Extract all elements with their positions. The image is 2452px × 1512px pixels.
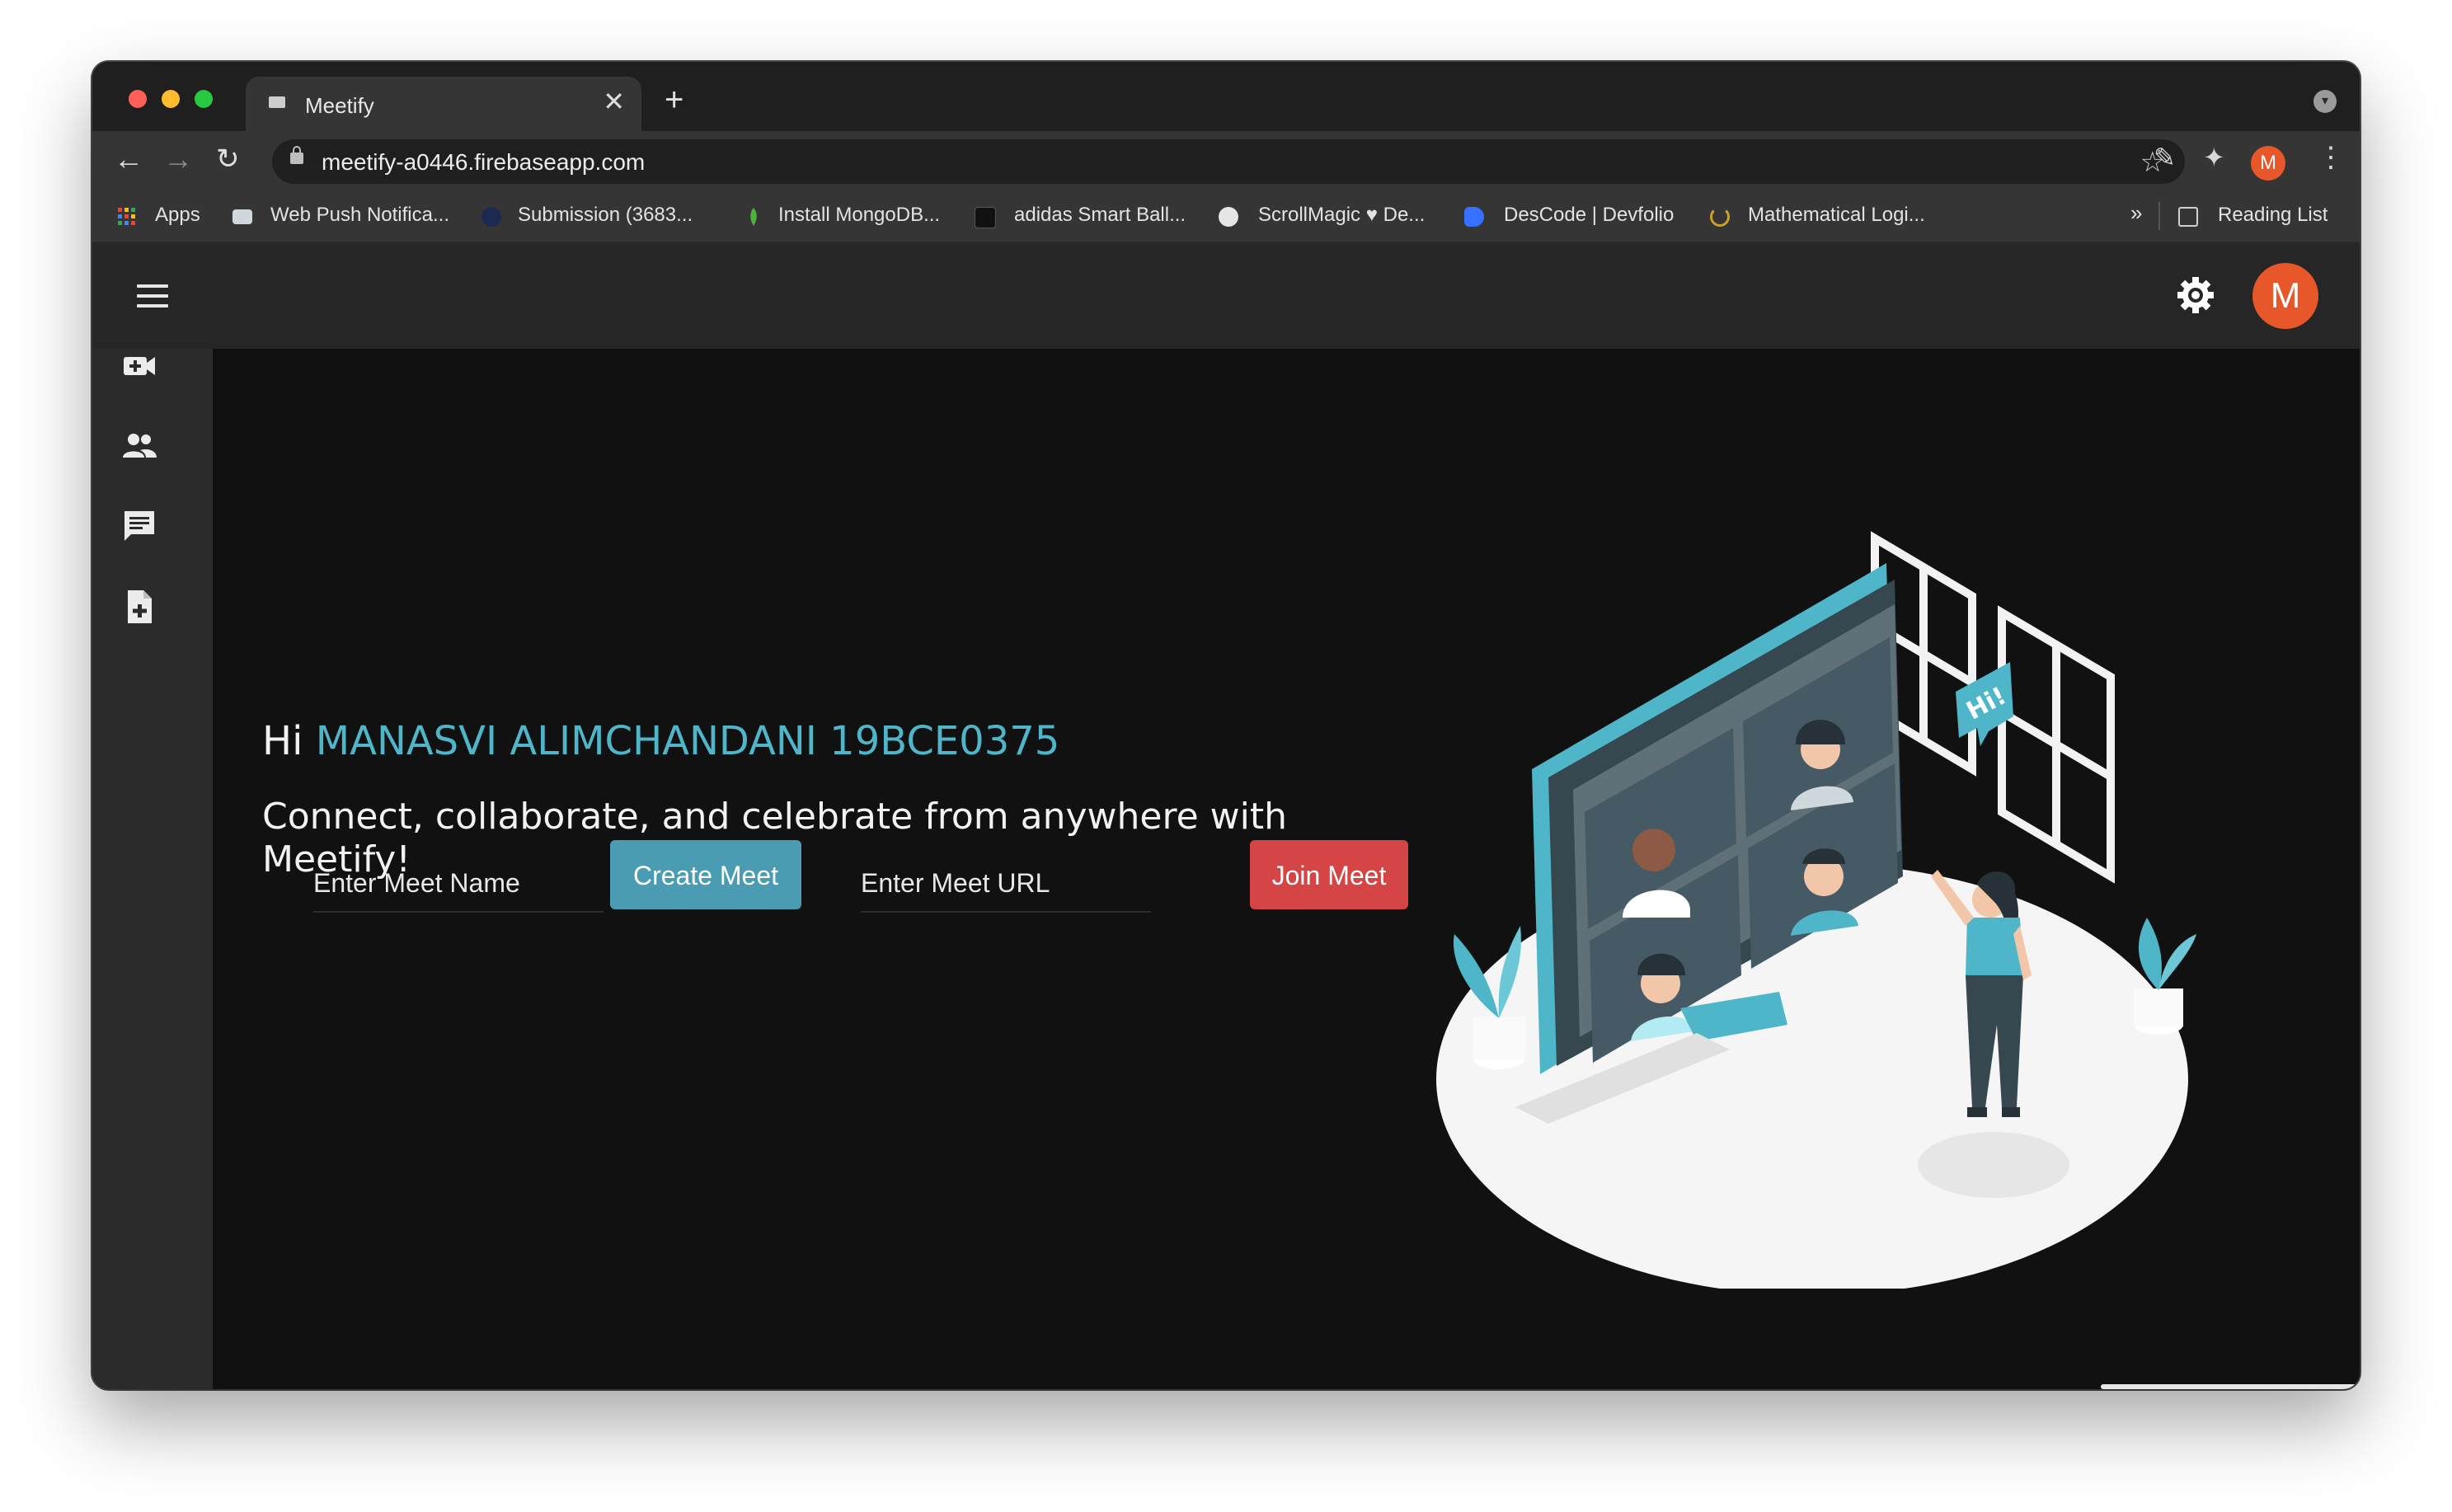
browser-toolbar: ← → ↻ meetify-a0446.firebaseapp.com ☆ ✎ … — [92, 131, 2360, 190]
bookmark-devfolio[interactable]: DesCode | Devfolio — [1504, 204, 1674, 227]
greeting-prefix: Hi — [262, 718, 316, 764]
bookmark-web-push[interactable]: Web Push Notifica... — [270, 204, 449, 227]
more-bookmarks-icon[interactable]: » — [2130, 200, 2142, 226]
chat-icon[interactable] — [120, 507, 158, 545]
adidas-icon — [975, 207, 996, 228]
browser-window: Meetify ✕ + ▾ ← → ↻ meetify-a0446.fireba… — [92, 62, 2360, 1389]
web-push-icon — [233, 209, 252, 224]
greeting-heading: Hi MANASVI ALIMCHANDANI 19BCE0375 — [262, 718, 1059, 764]
browser-profile-avatar[interactable]: M — [2251, 146, 2285, 181]
bookmarks-divider — [2158, 202, 2160, 230]
lock-icon — [290, 146, 303, 164]
url-text[interactable]: meetify-a0446.firebaseapp.com — [322, 149, 645, 176]
add-document-icon[interactable] — [120, 588, 158, 626]
extensions-puzzle-icon[interactable]: ✦ — [2203, 143, 2225, 172]
forward-icon[interactable]: → — [163, 144, 193, 174]
meet-name-input[interactable]: Enter Meet Name — [313, 840, 604, 913]
join-meet-button[interactable]: Join Meet — [1250, 840, 1408, 909]
app-header: M — [92, 243, 2360, 349]
meet-url-placeholder: Enter Meet URL — [861, 868, 1050, 898]
reading-list-icon — [2178, 207, 2198, 227]
new-tab-button[interactable]: + — [665, 83, 683, 116]
back-icon[interactable]: ← — [114, 144, 143, 174]
people-icon[interactable] — [120, 428, 158, 466]
bookmark-mathematical-logic[interactable]: Mathematical Logi... — [1748, 204, 1925, 227]
reading-list-button[interactable]: Reading List — [2218, 204, 2328, 227]
mongodb-leaf-icon — [744, 207, 763, 227]
tab-title: Meetify — [305, 93, 374, 118]
devfolio-icon — [1464, 207, 1484, 227]
submission-icon — [481, 207, 501, 227]
theme-settings-gear-icon[interactable] — [2175, 275, 2216, 316]
bookmark-apps[interactable]: Apps — [155, 204, 200, 227]
bookmark-submission[interactable]: Submission (3683... — [518, 204, 693, 227]
bookmark-adidas[interactable]: adidas Smart Ball... — [1014, 204, 1186, 227]
browser-menu-icon[interactable]: ⋮ — [2317, 143, 2345, 172]
sidebar — [92, 349, 213, 1389]
bookmark-scrollmagic[interactable]: ScrollMagic ♥ De... — [1258, 204, 1425, 227]
loading-icon — [1710, 207, 1730, 227]
bookmarks-bar: Apps Web Push Notifica... Submission (36… — [92, 190, 2360, 243]
tab-search-icon[interactable]: ▾ — [2313, 90, 2337, 113]
globe-icon — [1219, 207, 1238, 227]
new-video-call-icon[interactable] — [120, 349, 158, 387]
tab-bar: Meetify ✕ + ▾ — [92, 62, 2360, 131]
user-avatar[interactable]: M — [2252, 263, 2318, 329]
eyedropper-extension-icon[interactable]: ✎ — [2154, 143, 2176, 172]
bookmark-mongodb[interactable]: Install MongoDB... — [778, 204, 940, 227]
create-meet-button[interactable]: Create Meet — [610, 840, 801, 909]
meet-name-placeholder: Enter Meet Name — [313, 868, 520, 898]
tab-meetify[interactable]: Meetify ✕ — [246, 77, 641, 131]
video-meeting-illustration: Hi! — [1436, 531, 2196, 1289]
user-name: MANASVI ALIMCHANDANI 19BCE0375 — [315, 718, 1060, 764]
maximize-window-button[interactable] — [195, 90, 213, 108]
minimize-window-button[interactable] — [162, 90, 180, 108]
apps-grid-icon — [117, 207, 137, 227]
reload-icon[interactable]: ↻ — [216, 144, 240, 174]
main-content: Hi MANASVI ALIMCHANDANI 19BCE0375 Connec… — [213, 349, 2360, 1389]
tab-favicon-icon — [269, 96, 285, 108]
address-bar[interactable]: meetify-a0446.firebaseapp.com ☆ — [272, 139, 2185, 184]
close-tab-icon[interactable]: ✕ — [603, 88, 625, 115]
menu-hamburger-icon[interactable] — [137, 284, 168, 308]
close-window-button[interactable] — [129, 90, 147, 108]
horizontal-scrollbar[interactable] — [2101, 1384, 2360, 1389]
meet-url-input[interactable]: Enter Meet URL — [861, 840, 1151, 913]
